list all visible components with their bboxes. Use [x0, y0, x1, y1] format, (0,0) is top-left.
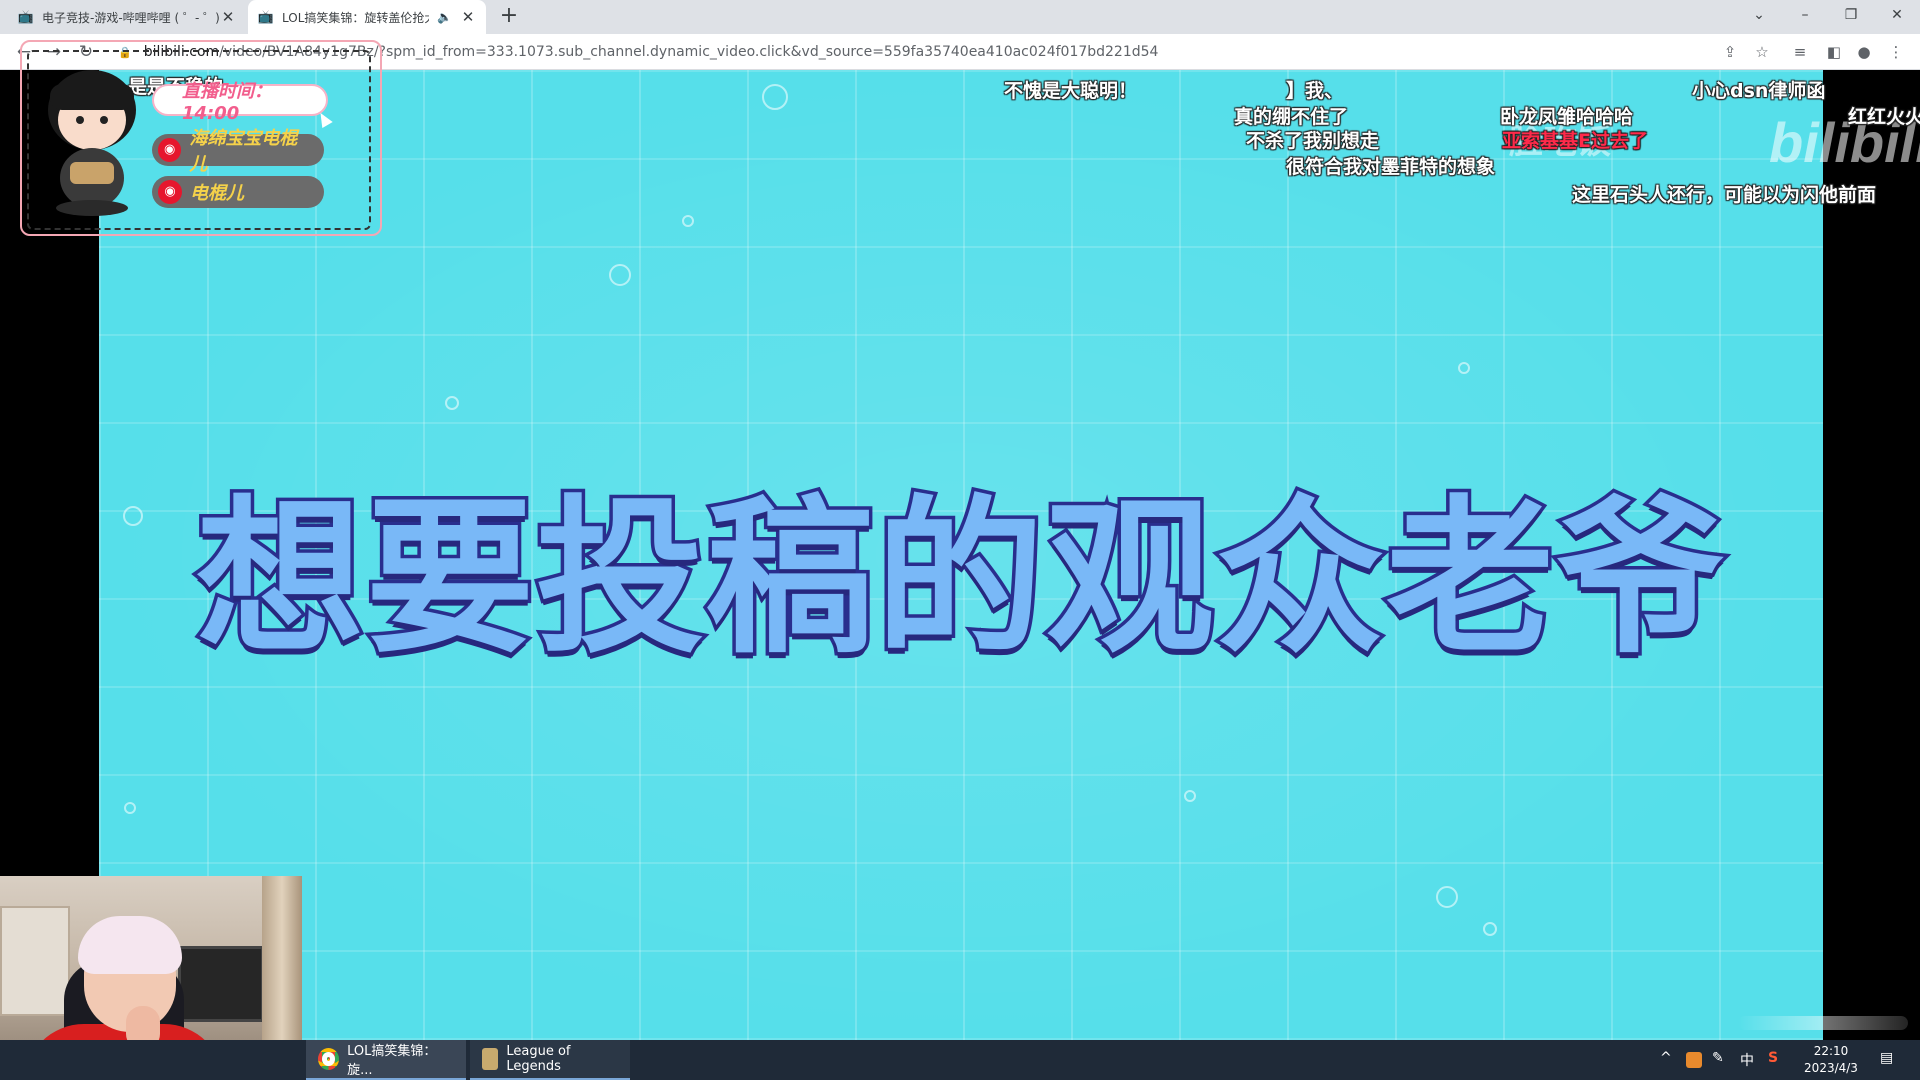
- lol-icon: [482, 1048, 499, 1070]
- cartoon-avatar-icon: [48, 70, 136, 216]
- weibo-handle-label: 电棍儿: [190, 183, 244, 204]
- notification-icon[interactable]: ▤: [1880, 1050, 1893, 1066]
- clock-date: 2023/4/3: [1804, 1061, 1858, 1075]
- tab-lol-video[interactable]: 📺 LOL搞笑集锦：旋转盖伦抢大 🔈 ✕: [248, 0, 486, 34]
- live-time-label: 直播时间：14:00: [182, 80, 272, 124]
- danmaku-comment: 这里石头人还行，可能以为闪他前面: [1572, 184, 1877, 206]
- taskbar-app-label: LOL搞笑集锦：旋...: [347, 1044, 437, 1078]
- share-icon[interactable]: ⇪: [1718, 40, 1742, 64]
- restore-button[interactable]: ❐: [1828, 0, 1874, 30]
- new-tab-button[interactable]: +: [496, 4, 522, 30]
- webcam-streamer-hair: [78, 916, 182, 974]
- tab-title: 电子竞技-游戏-哔哩哔哩 ( ゜- ゜): [42, 10, 220, 25]
- close-icon[interactable]: ✕: [460, 8, 476, 26]
- tab-title: LOL搞笑集锦：旋转盖伦抢大: [282, 10, 430, 25]
- weibo-handle-label: 海绵宝宝电棍儿: [189, 128, 298, 175]
- danmaku-comment: 小心dsn律师函: [1692, 80, 1826, 102]
- clock-time: 22:10: [1813, 1044, 1849, 1058]
- weibo-icon: ◉: [158, 180, 182, 204]
- system-clock[interactable]: 22:10 2023/4/3: [1796, 1043, 1866, 1077]
- windows-taskbar: LOL搞笑集锦：旋... League of Legends ^ ✎ 中 S 2…: [0, 1040, 1920, 1080]
- bookmark-star-icon[interactable]: ☆: [1750, 40, 1774, 64]
- danmaku-comment: 不杀了我别想走: [1246, 130, 1380, 152]
- webcam-shelf: [0, 906, 70, 1016]
- bubble-decoration: [1436, 886, 1458, 908]
- tray-app-icon[interactable]: [1686, 1052, 1702, 1068]
- taskbar-app-lol[interactable]: League of Legends: [470, 1040, 630, 1080]
- bubble-decoration: [1184, 790, 1196, 802]
- ime-indicator[interactable]: 中: [1740, 1050, 1754, 1070]
- tab-search-button[interactable]: ⌄: [1736, 0, 1782, 30]
- danmaku-comment: 真的绷不住了: [1234, 106, 1349, 128]
- danmaku-comment: 红红火火: [1848, 106, 1920, 128]
- danmaku-comment: 】我、: [1286, 80, 1344, 102]
- bubble-decoration: [762, 84, 788, 110]
- bubble-decoration: [1483, 922, 1497, 936]
- taskbar-app-chrome[interactable]: LOL搞笑集锦：旋...: [306, 1040, 466, 1080]
- chrome-icon: [318, 1048, 340, 1070]
- bilibili-tv-icon: 📺: [17, 9, 35, 25]
- bubble-decoration: [682, 215, 694, 227]
- bubble-decoration: [609, 264, 631, 286]
- side-panel-icon[interactable]: ◧: [1822, 40, 1846, 64]
- browser-tab-bar: 📺 电子竞技-游戏-哔哩哔哩 ( ゜- ゜) ✕ 📺 LOL搞笑集锦：旋转盖伦抢…: [0, 0, 1920, 34]
- close-icon[interactable]: ✕: [220, 8, 236, 26]
- live-time-badge: 直播时间：14:00: [152, 81, 328, 124]
- profile-avatar-icon[interactable]: ●: [1852, 40, 1876, 64]
- close-window-button[interactable]: ✕: [1874, 0, 1920, 30]
- tab-esports[interactable]: 📺 电子竞技-游戏-哔哩哔哩 ( ゜- ゜) ✕: [8, 0, 246, 34]
- bilibili-tv-icon: 📺: [257, 9, 275, 25]
- bubble-decoration: [124, 802, 136, 814]
- weibo-icon: ◉: [158, 138, 182, 162]
- minimize-button[interactable]: –: [1782, 0, 1828, 30]
- pen-icon[interactable]: ✎: [1712, 1050, 1724, 1066]
- danmaku-comment: 亚索基基E过去了: [1502, 130, 1648, 152]
- media-control-icon[interactable]: ≡: [1788, 40, 1812, 64]
- danmaku-comment: 卧龙凤雏哈哈哈: [1500, 106, 1634, 128]
- sogou-icon[interactable]: S: [1768, 1050, 1778, 1066]
- bubble-decoration: [1458, 362, 1470, 374]
- danmaku-comment: 不愧是大聪明！: [1004, 80, 1138, 102]
- taskbar-app-label: League of Legends: [506, 1044, 571, 1074]
- weibo-handle-badge: ◉ 电棍儿: [152, 176, 324, 208]
- bubble-decoration: [445, 396, 459, 410]
- webcam-picture-frame: [178, 946, 264, 1022]
- browser-menu-icon[interactable]: ⋮: [1884, 40, 1908, 64]
- speaker-icon[interactable]: 🔈: [437, 10, 452, 24]
- danmaku-comment: 很符合我对墨菲特的想象: [1286, 156, 1496, 178]
- progress-hint[interactable]: [1738, 1016, 1908, 1030]
- tray-chevron-icon[interactable]: ^: [1660, 1050, 1672, 1066]
- weibo-handle-badge: ◉ 海绵宝宝电棍儿: [152, 128, 324, 175]
- video-caption-title: 想要投稿的观众老爷: [193, 477, 1728, 680]
